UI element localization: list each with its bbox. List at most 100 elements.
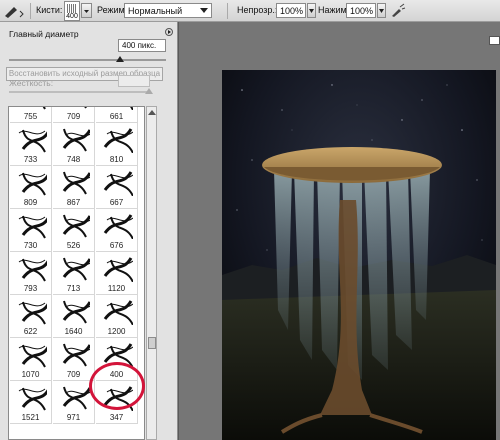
brush-stroke-icon bbox=[18, 172, 47, 196]
brush-stroke-icon bbox=[62, 300, 90, 324]
brush-preset-size: 1640 bbox=[64, 327, 83, 336]
brush-preset-20[interactable]: 709 bbox=[53, 338, 95, 381]
brush-stroke-icon bbox=[18, 301, 47, 325]
brush-preset-size: 713 bbox=[66, 284, 81, 293]
brush-stroke-icon bbox=[103, 128, 133, 153]
brush-stroke-icon bbox=[103, 214, 133, 239]
brush-picker-dropdown-button[interactable] bbox=[81, 3, 92, 18]
brush-preset-16[interactable]: 622 bbox=[10, 295, 52, 338]
brush-stroke-icon bbox=[18, 387, 47, 411]
brush-preset-6[interactable]: 810 bbox=[96, 123, 138, 166]
brush-stroke-icon bbox=[18, 258, 47, 282]
document-close-icon[interactable] bbox=[489, 36, 500, 45]
brush-preset-size: 793 bbox=[23, 284, 38, 293]
brush-preset-2[interactable]: 709 bbox=[53, 107, 95, 123]
brush-stroke-icon bbox=[62, 214, 90, 238]
brush-stroke-icon bbox=[103, 257, 133, 282]
brush-preset-22[interactable]: 1521 bbox=[10, 381, 52, 424]
hardness-field[interactable] bbox=[118, 75, 150, 87]
brush-preset-size: 1200 bbox=[107, 327, 126, 336]
brush-stroke-icon bbox=[42, 107, 46, 110]
mode-select[interactable]: Нормальный bbox=[124, 3, 212, 18]
brush-preset-size: 709 bbox=[66, 112, 81, 121]
brush-preset-size: 1521 bbox=[21, 413, 40, 422]
opacity-slider-button[interactable] bbox=[307, 3, 316, 18]
brush-preset-11[interactable]: 526 bbox=[53, 209, 95, 252]
brush-preset-size: 809 bbox=[23, 198, 38, 207]
panel-menu-icon[interactable] bbox=[165, 28, 173, 38]
brush-preset-1[interactable]: 755 bbox=[10, 107, 52, 123]
slider-thumb[interactable] bbox=[116, 56, 124, 62]
brush-preset-7[interactable]: 809 bbox=[10, 166, 52, 209]
brush-preset-8[interactable]: 867 bbox=[53, 166, 95, 209]
options-bar: Кисти: 400 Режим: Нормальный Непрозр.: 1… bbox=[0, 0, 500, 22]
brush-preset-size: 667 bbox=[109, 198, 124, 207]
brushes-label: Кисти: bbox=[36, 5, 63, 15]
selected-brush-highlight bbox=[89, 362, 145, 410]
opacity-field[interactable]: 100% bbox=[276, 3, 306, 18]
hardness-label: Жесткость: bbox=[9, 78, 54, 88]
pressure-label: Нажим: bbox=[318, 5, 350, 15]
brush-stroke-icon bbox=[129, 107, 133, 110]
mode-label: Режим: bbox=[97, 5, 128, 15]
brush-preset-18[interactable]: 1200 bbox=[96, 295, 138, 338]
brush-preset-size: 867 bbox=[66, 198, 81, 207]
brush-stroke-icon bbox=[18, 129, 47, 153]
brush-preset-5[interactable]: 748 bbox=[53, 123, 95, 166]
brush-preset-size: 622 bbox=[23, 327, 38, 336]
brush-preset-14[interactable]: 713 bbox=[53, 252, 95, 295]
mode-value: Нормальный bbox=[128, 6, 183, 16]
airbrush-icon[interactable] bbox=[390, 2, 406, 18]
brush-preset-9[interactable]: 667 bbox=[96, 166, 138, 209]
brush-stroke-icon bbox=[84, 107, 87, 109]
brush-preset-size: 810 bbox=[109, 155, 124, 164]
brush-stroke-icon bbox=[103, 300, 133, 325]
brush-preset-size: 755 bbox=[23, 112, 38, 121]
brush-stroke-icon bbox=[62, 343, 90, 367]
brush-preset-4[interactable]: 733 bbox=[10, 123, 52, 166]
brush-size-readout: 400 bbox=[66, 13, 78, 20]
brush-stroke-icon bbox=[62, 386, 90, 410]
vertical-scrollbar[interactable] bbox=[146, 106, 157, 440]
master-diameter-field[interactable]: 400 пикс. bbox=[118, 39, 166, 52]
scrollbar-thumb[interactable] bbox=[148, 337, 156, 349]
brush-preset-size: 676 bbox=[109, 241, 124, 250]
brush-stroke-icon bbox=[18, 344, 47, 368]
master-diameter-label: Главный диаметр bbox=[9, 29, 79, 39]
opacity-label: Непрозр.: bbox=[237, 5, 278, 15]
hardness-slider[interactable] bbox=[9, 88, 153, 94]
brush-tool-preset-icon[interactable] bbox=[2, 2, 26, 20]
brush-preset-size: 1070 bbox=[21, 370, 40, 379]
brush-preset-size: 347 bbox=[109, 413, 124, 422]
brush-preview[interactable]: 400 bbox=[64, 1, 80, 21]
scroll-up-icon[interactable] bbox=[148, 110, 156, 115]
brush-preset-12[interactable]: 676 bbox=[96, 209, 138, 252]
brush-picker-panel: Главный диаметр 400 пикс. Восстановить и… bbox=[0, 22, 178, 440]
brush-stroke-icon bbox=[103, 171, 133, 196]
brush-preset-13[interactable]: 793 bbox=[10, 252, 52, 295]
pressure-field[interactable]: 100% bbox=[346, 3, 376, 18]
brush-preset-size: 526 bbox=[66, 241, 81, 250]
brush-preset-size: 661 bbox=[109, 112, 124, 121]
brush-preset-3[interactable]: 661 bbox=[96, 107, 138, 123]
brush-preset-size: 1120 bbox=[107, 284, 126, 293]
master-diameter-slider[interactable] bbox=[9, 56, 166, 62]
brush-preset-19[interactable]: 1070 bbox=[10, 338, 52, 381]
brush-preset-size: 730 bbox=[23, 241, 38, 250]
document-canvas[interactable] bbox=[222, 70, 496, 440]
brush-stroke-icon bbox=[62, 171, 90, 195]
brush-preset-10[interactable]: 730 bbox=[10, 209, 52, 252]
brush-preset-size: 748 bbox=[66, 155, 81, 164]
brush-stroke-icon bbox=[62, 128, 90, 152]
pressure-slider-button[interactable] bbox=[377, 3, 386, 18]
brush-preset-size: 733 bbox=[23, 155, 38, 164]
brush-preset-17[interactable]: 1640 bbox=[53, 295, 95, 338]
slider-thumb[interactable] bbox=[145, 88, 153, 94]
jellyfish-artwork-image bbox=[222, 70, 496, 440]
brush-preset-15[interactable]: 1120 bbox=[96, 252, 138, 295]
chevron-down-icon bbox=[200, 8, 208, 13]
brush-preset-size: 709 bbox=[66, 370, 81, 379]
brush-stroke-icon bbox=[62, 257, 90, 281]
brush-preset-size: 971 bbox=[66, 413, 81, 422]
brush-stroke-icon bbox=[18, 215, 47, 239]
